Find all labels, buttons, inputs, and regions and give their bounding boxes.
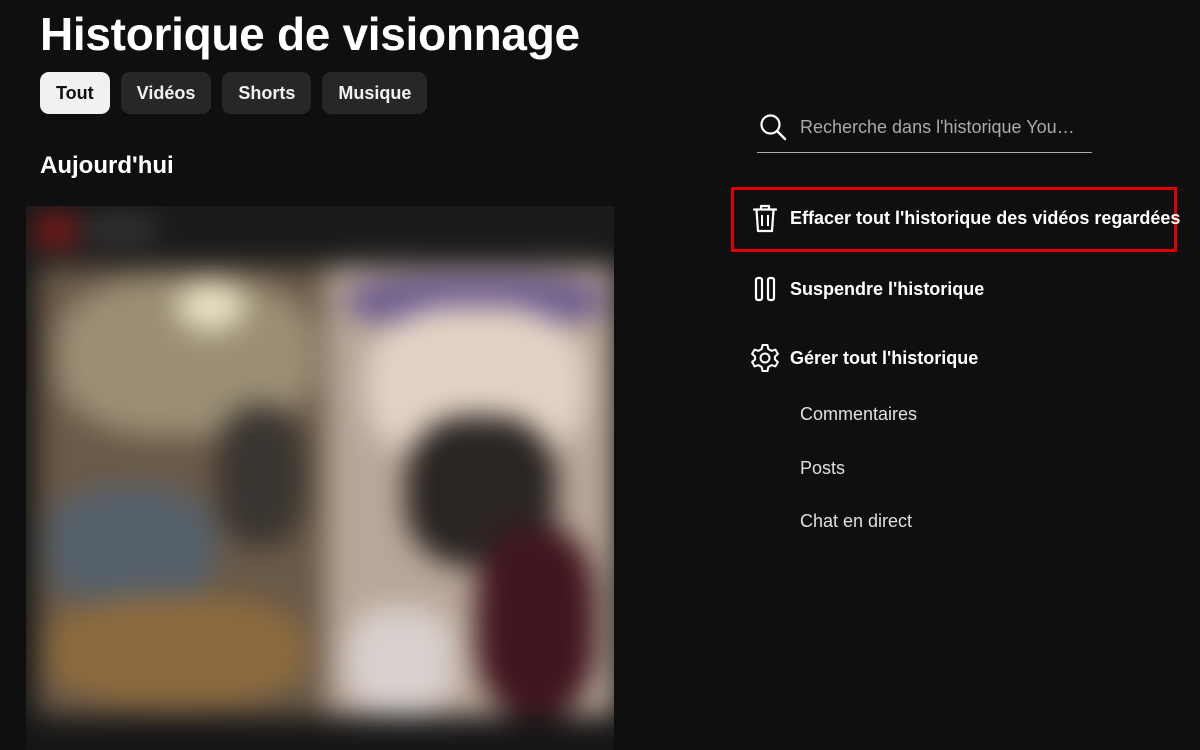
pause-icon bbox=[750, 274, 780, 304]
chip-shorts[interactable]: Shorts bbox=[222, 72, 312, 114]
history-search[interactable] bbox=[757, 102, 1092, 153]
chip-music[interactable]: Musique bbox=[322, 72, 428, 114]
chip-videos[interactable]: Vidéos bbox=[120, 72, 212, 114]
search-icon bbox=[760, 114, 787, 141]
clear-history-button[interactable]: Effacer tout l'historique des vidéos reg… bbox=[750, 203, 1180, 233]
gear-icon bbox=[750, 343, 780, 373]
clear-history-label: Effacer tout l'historique des vidéos reg… bbox=[790, 207, 1181, 228]
chip-all[interactable]: Tout bbox=[40, 72, 110, 114]
section-title-today: Aujourd'hui bbox=[40, 152, 174, 179]
manage-link-live-chat[interactable]: Chat en direct bbox=[800, 511, 912, 532]
blurred-video-card[interactable] bbox=[26, 206, 614, 750]
manage-history-label: Gérer tout l'historique bbox=[790, 347, 979, 368]
search-input[interactable] bbox=[800, 116, 1090, 138]
pause-history-button[interactable]: Suspendre l'historique bbox=[750, 274, 984, 304]
page-title: Historique de visionnage bbox=[40, 8, 580, 60]
manage-link-posts[interactable]: Posts bbox=[800, 458, 845, 479]
pause-history-label: Suspendre l'historique bbox=[790, 278, 985, 299]
filter-chips: Tout Vidéos Shorts Musique bbox=[40, 72, 428, 114]
manage-history-button[interactable]: Gérer tout l'historique bbox=[750, 343, 978, 373]
trash-icon bbox=[750, 203, 780, 233]
blurred-thumbnail bbox=[26, 206, 614, 750]
manage-link-comments[interactable]: Commentaires bbox=[800, 404, 917, 425]
